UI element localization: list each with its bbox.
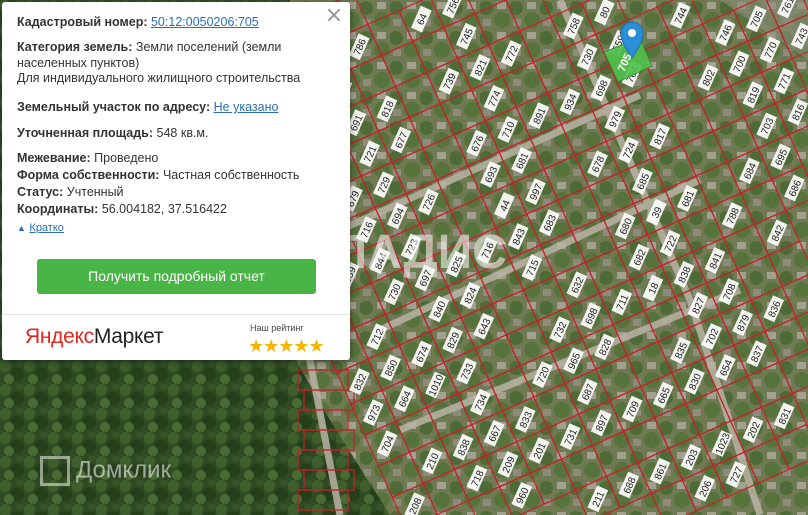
status-value: Учтенный [66,185,124,199]
get-report-button[interactable]: Получить подробный отчет [37,259,316,294]
logo-part-2: Маркет [93,325,164,348]
survey-label: Межевание: [17,151,91,165]
address-row: Земельный участок по адресу: Не указано [17,100,338,116]
category-use: Для индивидуального жилищного строительс… [17,71,301,85]
parcel-info-popup: Кадастровый номер: 50:12:0050206:705 Кат… [2,2,350,360]
address-link[interactable]: Не указано [214,100,279,114]
ownership-label: Форма собственности: [17,168,160,182]
address-label: Земельный участок по адресу: [17,100,211,114]
cadastral-label: Кадастровый номер: [17,15,148,29]
rating-label: Наш рейтинг [250,323,304,333]
collapse-toggle[interactable]: ▲ Кратко [17,220,338,237]
yandex-market-logo[interactable]: ЯндексМаркет [25,325,163,349]
status-label: Статус: [17,185,64,199]
area-label: Уточненная площадь: [17,126,154,140]
cadastral-row: Кадастровый номер: 50:12:0050206:705 [17,15,338,31]
collapse-link[interactable]: Кратко [29,222,64,234]
watermark-bottom-left: Домклик [40,456,171,486]
category-value-2: населенных пунктов) [17,55,140,70]
coords-label: Координаты: [17,202,99,216]
survey-value: Проведено [94,151,159,165]
domclick-house-icon [40,456,70,486]
coords-row: Координаты: 56.004182, 37.516422 [17,202,338,218]
category-label: Категория земель: [17,40,133,54]
chevron-up-icon: ▲ [17,223,26,233]
area-row: Уточненная площадь: 548 кв.м. [17,126,338,142]
category-value: Земли поселений (земли [135,40,282,54]
cadastral-number-link[interactable]: 50:12:0050206:705 [151,15,259,29]
survey-row: Межевание: Проведено [17,151,338,167]
area-value: 548 кв.м. [156,126,209,140]
ownership-row: Форма собственности: Частная собственнос… [17,168,338,184]
rating-stars: ★★★★★ [248,336,325,356]
category-row: Категория земель: Земли поселений (земли [17,40,338,56]
ownership-value: Частная собственность [162,168,300,182]
divider [2,314,350,315]
logo-part-1: Яндекс [25,325,94,348]
status-row: Статус: Учтенный [17,185,338,201]
coords-value: 56.004182, 37.516422 [101,202,227,216]
